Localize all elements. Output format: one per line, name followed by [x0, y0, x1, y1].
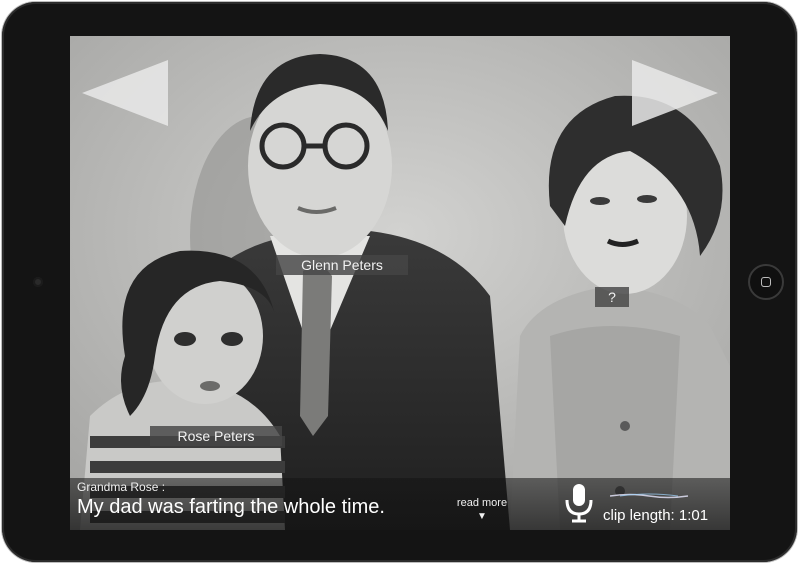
clip-length: clip length: 1:01: [603, 507, 709, 524]
audio-wave-icon: [610, 493, 688, 499]
tag-rose-peters[interactable]: Rose Peters: [150, 426, 282, 446]
home-button[interactable]: [748, 264, 784, 300]
next-arrow-icon[interactable]: [630, 58, 720, 128]
read-more-label: read more: [456, 497, 508, 509]
speaker-name: Grandma Rose :: [77, 480, 166, 494]
read-more-link[interactable]: read more ▼: [450, 497, 514, 523]
chevron-down-icon: ▼: [477, 511, 487, 522]
tag-glenn-peters[interactable]: Glenn Peters: [276, 255, 408, 275]
prev-arrow-icon[interactable]: [80, 58, 170, 128]
photo-screen: Glenn Peters ? Rose Peters Grandma Rose …: [70, 36, 730, 530]
front-camera: [33, 277, 43, 287]
home-button-icon: [761, 277, 771, 287]
story-quote: My dad was farting the whole time.: [77, 496, 385, 518]
microphone-icon[interactable]: [562, 482, 596, 524]
tag-unknown-person[interactable]: ?: [595, 287, 629, 307]
